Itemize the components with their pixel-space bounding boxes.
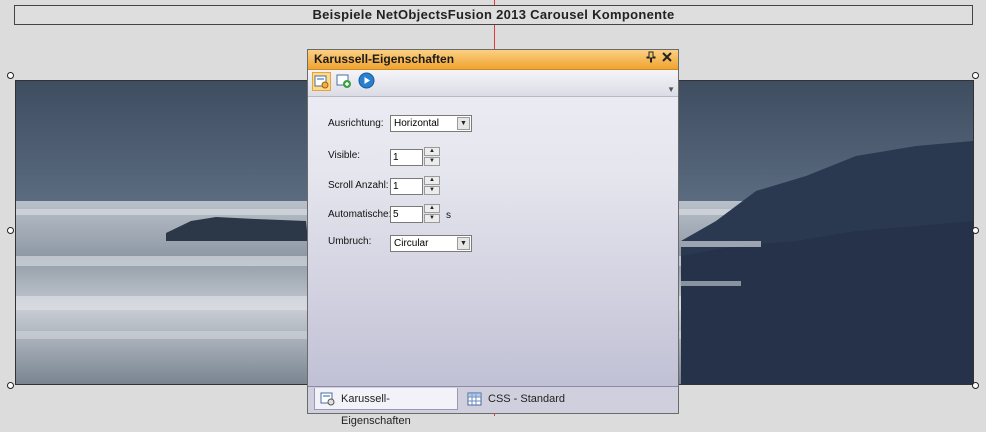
resize-handle-bottom-right[interactable] [972,382,979,389]
panel-title: Karussell-Eigenschaften [314,52,455,66]
visible-input[interactable]: 1 [390,149,423,166]
resize-handle-bottom-left[interactable] [7,382,14,389]
carousel-properties-icon [320,392,335,406]
play-button[interactable] [358,72,377,91]
visible-stepper[interactable]: ▲ ▼ [424,147,440,166]
stepper-down-icon[interactable]: ▼ [424,214,440,223]
carousel-properties-icon [314,75,329,89]
resize-handle-top-right[interactable] [972,72,979,79]
tab-label: Karussell-Eigenschaften [341,393,411,427]
tab-karussell-eigenschaften[interactable]: Karussell-Eigenschaften [314,388,458,427]
page-heading: Beispiele NetObjectsFusion 2013 Carousel… [14,5,973,25]
automatische-label: Automatische: [328,209,392,220]
ausrichtung-label: Ausrichtung: [328,118,384,129]
toolbar-overflow-icon[interactable]: ▼ [667,85,675,94]
visible-label: Visible: [328,150,361,161]
css-grid-icon [467,392,482,406]
panel-header: Karussell-Eigenschaften [308,50,678,70]
resize-handle-middle-left[interactable] [7,227,14,234]
automatische-input[interactable]: 5 [390,206,423,223]
scroll-input[interactable]: 1 [390,178,423,195]
stepper-up-icon[interactable]: ▲ [424,176,440,185]
automatische-unit: s [446,210,451,221]
umbruch-value: Circular [394,238,429,249]
stepper-up-icon[interactable]: ▲ [424,204,440,213]
close-icon[interactable] [660,51,674,65]
tab-label: CSS - Standard [488,393,566,405]
chevron-down-icon[interactable]: ▼ [457,237,470,250]
tab-css-standard[interactable]: CSS - Standard [462,388,572,410]
automatische-stepper[interactable]: ▲ ▼ [424,204,440,223]
panel-tabs: Karussell-Eigenschaften CSS - Standard [308,386,678,427]
umbruch-select[interactable]: Circular ▼ [390,235,472,252]
ausrichtung-value: Horizontal [394,118,440,129]
stepper-down-icon[interactable]: ▼ [424,186,440,195]
umbruch-label: Umbruch: [328,236,372,247]
resize-handle-top-left[interactable] [7,72,14,79]
add-slide-icon [336,74,351,88]
panel-toolbar: ▼ [308,70,678,97]
resize-handle-middle-right[interactable] [972,227,979,234]
chevron-down-icon[interactable]: ▼ [457,117,470,130]
scroll-stepper[interactable]: ▲ ▼ [424,176,440,195]
properties-panel: Karussell-Eigenschaften ▼ Ausrichtung: H… [307,49,679,427]
pin-icon[interactable] [644,51,658,66]
carousel-properties-button[interactable] [312,72,331,91]
scroll-label: Scroll Anzahl: [328,180,389,191]
stepper-down-icon[interactable]: ▼ [424,157,440,166]
stepper-up-icon[interactable]: ▲ [424,147,440,156]
play-icon [358,72,375,89]
add-slide-button[interactable] [335,72,354,91]
ausrichtung-select[interactable]: Horizontal ▼ [390,115,472,132]
